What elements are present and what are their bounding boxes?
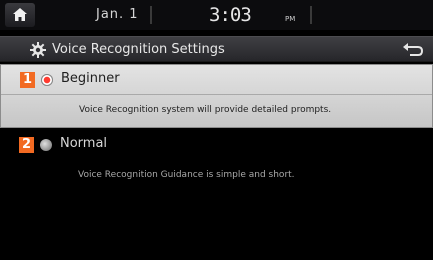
- clock-time: 3:03: [209, 4, 252, 26]
- clock-ampm: PM: [285, 15, 296, 23]
- option-beginner[interactable]: 1 Beginner Voice Recognition system will…: [0, 64, 433, 128]
- home-button[interactable]: [5, 3, 35, 27]
- status-divider: [150, 6, 152, 24]
- back-button[interactable]: [401, 42, 425, 60]
- title-bar: Voice Recognition Settings: [0, 36, 433, 62]
- option-number-badge: 1: [20, 72, 35, 88]
- home-icon: [13, 8, 27, 21]
- row-divider: [1, 94, 432, 95]
- option-normal[interactable]: 2 Normal Voice Recognition Guidance is s…: [0, 130, 433, 188]
- status-divider: [310, 6, 312, 24]
- option-label: Normal: [60, 136, 108, 151]
- radio-selected-icon[interactable]: [41, 74, 53, 86]
- option-label: Beginner: [61, 71, 120, 86]
- option-description: Voice Recognition system will provide de…: [79, 105, 332, 115]
- radio-unselected-icon[interactable]: [40, 139, 52, 151]
- gear-icon: [30, 42, 46, 58]
- screen: Jan. 1 3:03 PM Voice Recognition Setting…: [0, 0, 433, 260]
- back-arrow-icon: [403, 43, 424, 56]
- page-title: Voice Recognition Settings: [52, 42, 225, 57]
- date-text: Jan. 1: [96, 7, 139, 22]
- option-description: Voice Recognition Guidance is simple and…: [78, 170, 295, 180]
- option-number-badge: 2: [19, 137, 34, 153]
- status-bar: Jan. 1 3:03 PM: [0, 0, 433, 30]
